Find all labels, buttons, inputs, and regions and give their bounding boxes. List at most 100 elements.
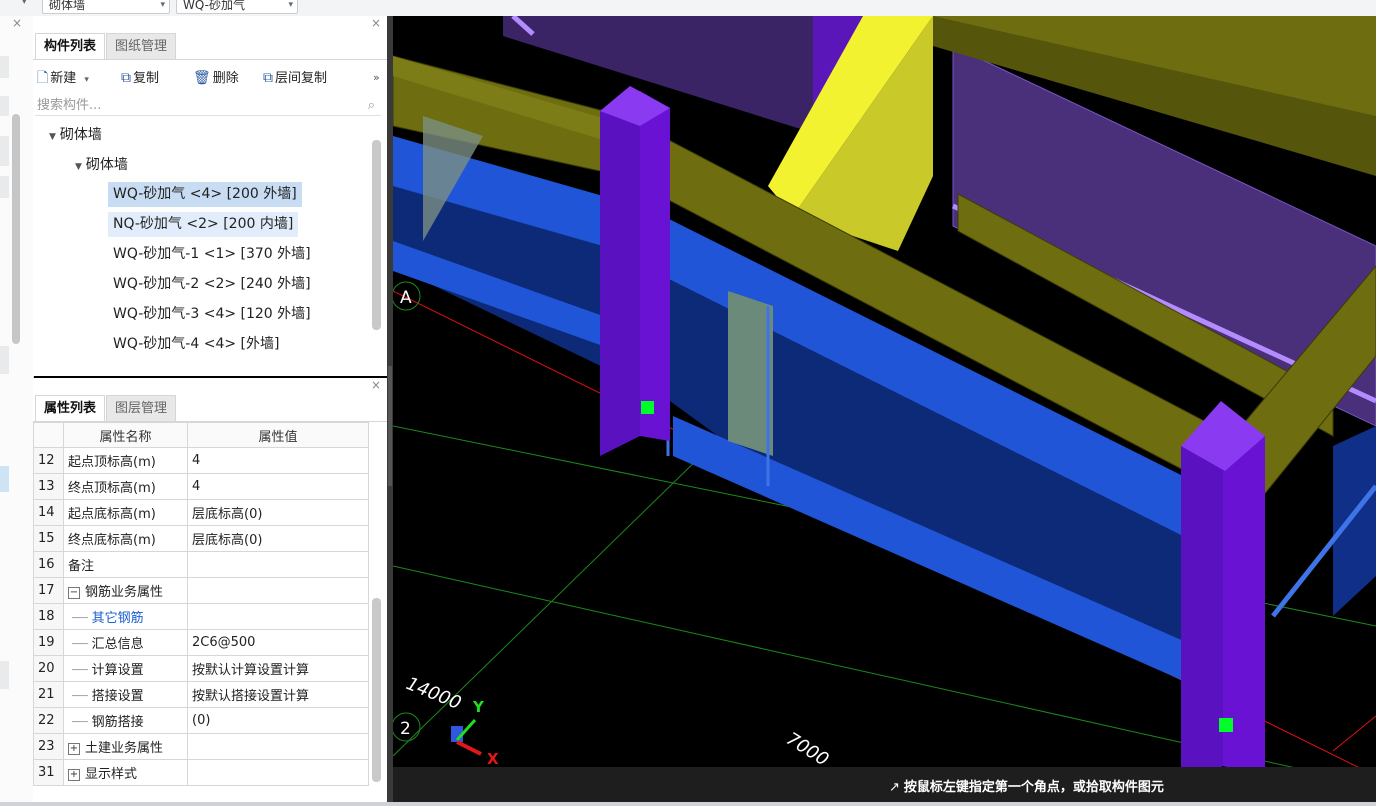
wall-type-dropdown[interactable]: 砌体墙 ▾ <box>42 0 170 14</box>
scrollbar[interactable] <box>12 114 20 344</box>
table-row[interactable]: 14 起点底标高(m) 层底标高(0) <box>33 499 369 526</box>
component-panel: × 构件列表 图纸管理 🗋 新建 ▾ ⧉ 复制 🗑 删除 ⧉ 层间复制 » 搜索构件..… <box>33 16 388 376</box>
property-value[interactable] <box>187 551 369 578</box>
table-row[interactable]: 22 ── 钢筋搭接 (0) <box>33 707 369 734</box>
tree-guide: ── <box>72 689 88 704</box>
property-value[interactable]: 2C6@500 <box>187 629 369 656</box>
property-value[interactable]: 4 <box>187 473 369 500</box>
table-row[interactable]: 12 起点顶标高(m) 4 <box>33 447 369 474</box>
column <box>640 91 670 441</box>
column <box>600 91 640 456</box>
search-icon[interactable]: ⌕ <box>368 96 375 116</box>
nav-item[interactable] <box>0 56 9 78</box>
tab-layer-management[interactable]: 图层管理 <box>106 395 177 422</box>
property-name: 汇总信息 <box>91 637 144 652</box>
property-value <box>187 759 369 786</box>
tree-item[interactable]: WQ-砂加气-3 <4> [120 外墙] <box>108 302 316 327</box>
property-name-cell: ── 计算设置 <box>63 655 188 682</box>
tree-item[interactable]: WQ-砂加气-1 <1> [370 外墙] <box>108 242 316 267</box>
tree-root[interactable]: ▼ 砌体墙 <box>49 122 102 148</box>
dimension-label: 14000 <box>403 673 464 714</box>
3d-viewport[interactable]: A 2 A 14000 7000 Y X <box>393 16 1376 806</box>
property-value <box>187 577 369 604</box>
copy-button[interactable]: ⧉ 复制 <box>121 66 159 90</box>
tree-scrollbar[interactable] <box>372 140 381 330</box>
splitter-grip[interactable] <box>388 366 392 486</box>
search-input[interactable]: 搜索构件... ⌕ <box>35 96 381 116</box>
tree-root-label: 砌体墙 <box>59 127 102 143</box>
nav-item[interactable] <box>0 96 9 116</box>
property-value[interactable]: 按默认搭接设置计算 <box>187 681 369 708</box>
grip-point[interactable] <box>641 401 654 414</box>
status-bar: ↗ 按鼠标左键指定第一个角点，或拾取构件图元 <box>393 767 1376 803</box>
chevron-down-icon[interactable]: ▾ <box>22 0 27 7</box>
chevron-down-icon: ▾ <box>160 0 165 10</box>
row-number: 15 <box>33 525 64 552</box>
close-icon[interactable]: × <box>371 378 381 392</box>
property-value[interactable]: 4 <box>187 447 369 474</box>
table-row[interactable]: 20 ── 计算设置 按默认计算设置计算 <box>33 655 369 682</box>
tree-item[interactable]: WQ-砂加气-2 <2> [240 外墙] <box>108 272 316 297</box>
nav-item[interactable] <box>0 346 9 374</box>
table-row[interactable]: 13 终点顶标高(m) 4 <box>33 473 369 500</box>
table-row[interactable]: 21 ── 搭接设置 按默认搭接设置计算 <box>33 681 369 708</box>
nav-item[interactable] <box>0 661 9 689</box>
table-row[interactable]: 31 + 显示样式 <box>33 759 369 786</box>
table-row[interactable]: 19 ── 汇总信息 2C6@500 <box>33 629 369 656</box>
tree-group-label: 砌体墙 <box>85 157 128 173</box>
property-group[interactable]: + 显示样式 <box>63 759 188 786</box>
close-icon[interactable]: × <box>371 16 381 30</box>
property-name: 钢筋业务属性 <box>85 585 164 600</box>
floor-copy-button[interactable]: ⧉ 层间复制 <box>263 66 327 90</box>
grip-point[interactable] <box>1219 718 1233 732</box>
table-row[interactable]: 16 备注 <box>33 551 369 578</box>
window-glass <box>728 291 773 456</box>
axis-label-a: A <box>400 288 412 308</box>
more-button[interactable]: » <box>373 66 380 90</box>
delete-button-label: 删除 <box>212 71 239 86</box>
wall-type-dropdown-value: 砌体墙 <box>49 0 86 12</box>
property-value[interactable]: 层底标高(0) <box>187 499 369 526</box>
table-row[interactable]: 23 + 土建业务属性 <box>33 733 369 760</box>
nav-item-selected[interactable] <box>0 466 9 492</box>
row-number: 21 <box>33 681 64 708</box>
nav-item[interactable] <box>0 176 9 198</box>
new-button[interactable]: 🗋 新建 ▾ <box>37 66 89 90</box>
property-value[interactable] <box>187 603 369 630</box>
table-row[interactable]: 18 ── 其它钢筋 <box>33 603 369 630</box>
tab-drawing-management[interactable]: 图纸管理 <box>106 33 177 60</box>
tree-item[interactable]: WQ-砂加气-4 <4> [外墙] <box>108 332 284 357</box>
table-row[interactable]: 17 − 钢筋业务属性 <box>33 577 369 604</box>
gizmo-x-label: X <box>487 750 499 768</box>
3d-model-canvas[interactable]: A 2 A 14000 7000 Y X <box>393 16 1376 806</box>
expand-icon[interactable]: + <box>68 742 80 755</box>
property-name: 显示样式 <box>85 767 138 782</box>
tree-item[interactable]: NQ-砂加气 <2> [200 内墙] <box>108 212 299 237</box>
copy-icon: ⧉ <box>263 70 273 86</box>
expand-arrow-icon[interactable]: ▼ <box>49 132 56 142</box>
expand-icon[interactable]: + <box>68 768 80 781</box>
delete-button[interactable]: 🗑 删除 <box>193 66 239 90</box>
table-row[interactable]: 15 终点底标高(m) 层底标高(0) <box>33 525 369 552</box>
property-name: 起点顶标高(m) <box>63 447 188 474</box>
tree-guide: ── <box>72 715 88 730</box>
nav-item[interactable] <box>0 136 9 166</box>
row-number: 13 <box>33 473 64 500</box>
property-value[interactable]: 层底标高(0) <box>187 525 369 552</box>
property-group[interactable]: + 土建业务属性 <box>63 733 188 760</box>
expand-arrow-icon[interactable]: ▼ <box>75 162 82 172</box>
property-value[interactable]: (0) <box>187 707 369 734</box>
tree-group[interactable]: ▼ 砌体墙 <box>75 152 128 178</box>
tab-property-list[interactable]: 属性列表 <box>35 395 106 422</box>
row-number: 12 <box>33 447 64 474</box>
tree-item[interactable]: WQ-砂加气 <4> [200 外墙] <box>108 182 302 207</box>
header-property-value: 属性值 <box>187 422 369 448</box>
tab-component-list[interactable]: 构件列表 <box>35 33 106 60</box>
close-icon[interactable]: × <box>12 16 22 30</box>
property-value[interactable]: 按默认计算设置计算 <box>187 655 369 682</box>
collapse-icon[interactable]: − <box>68 586 80 599</box>
property-name-link[interactable]: 其它钢筋 <box>92 611 144 626</box>
property-group[interactable]: − 钢筋业务属性 <box>63 577 188 604</box>
component-dropdown[interactable]: WQ-砂加气 ▾ <box>176 0 298 14</box>
property-scrollbar[interactable] <box>372 598 381 782</box>
